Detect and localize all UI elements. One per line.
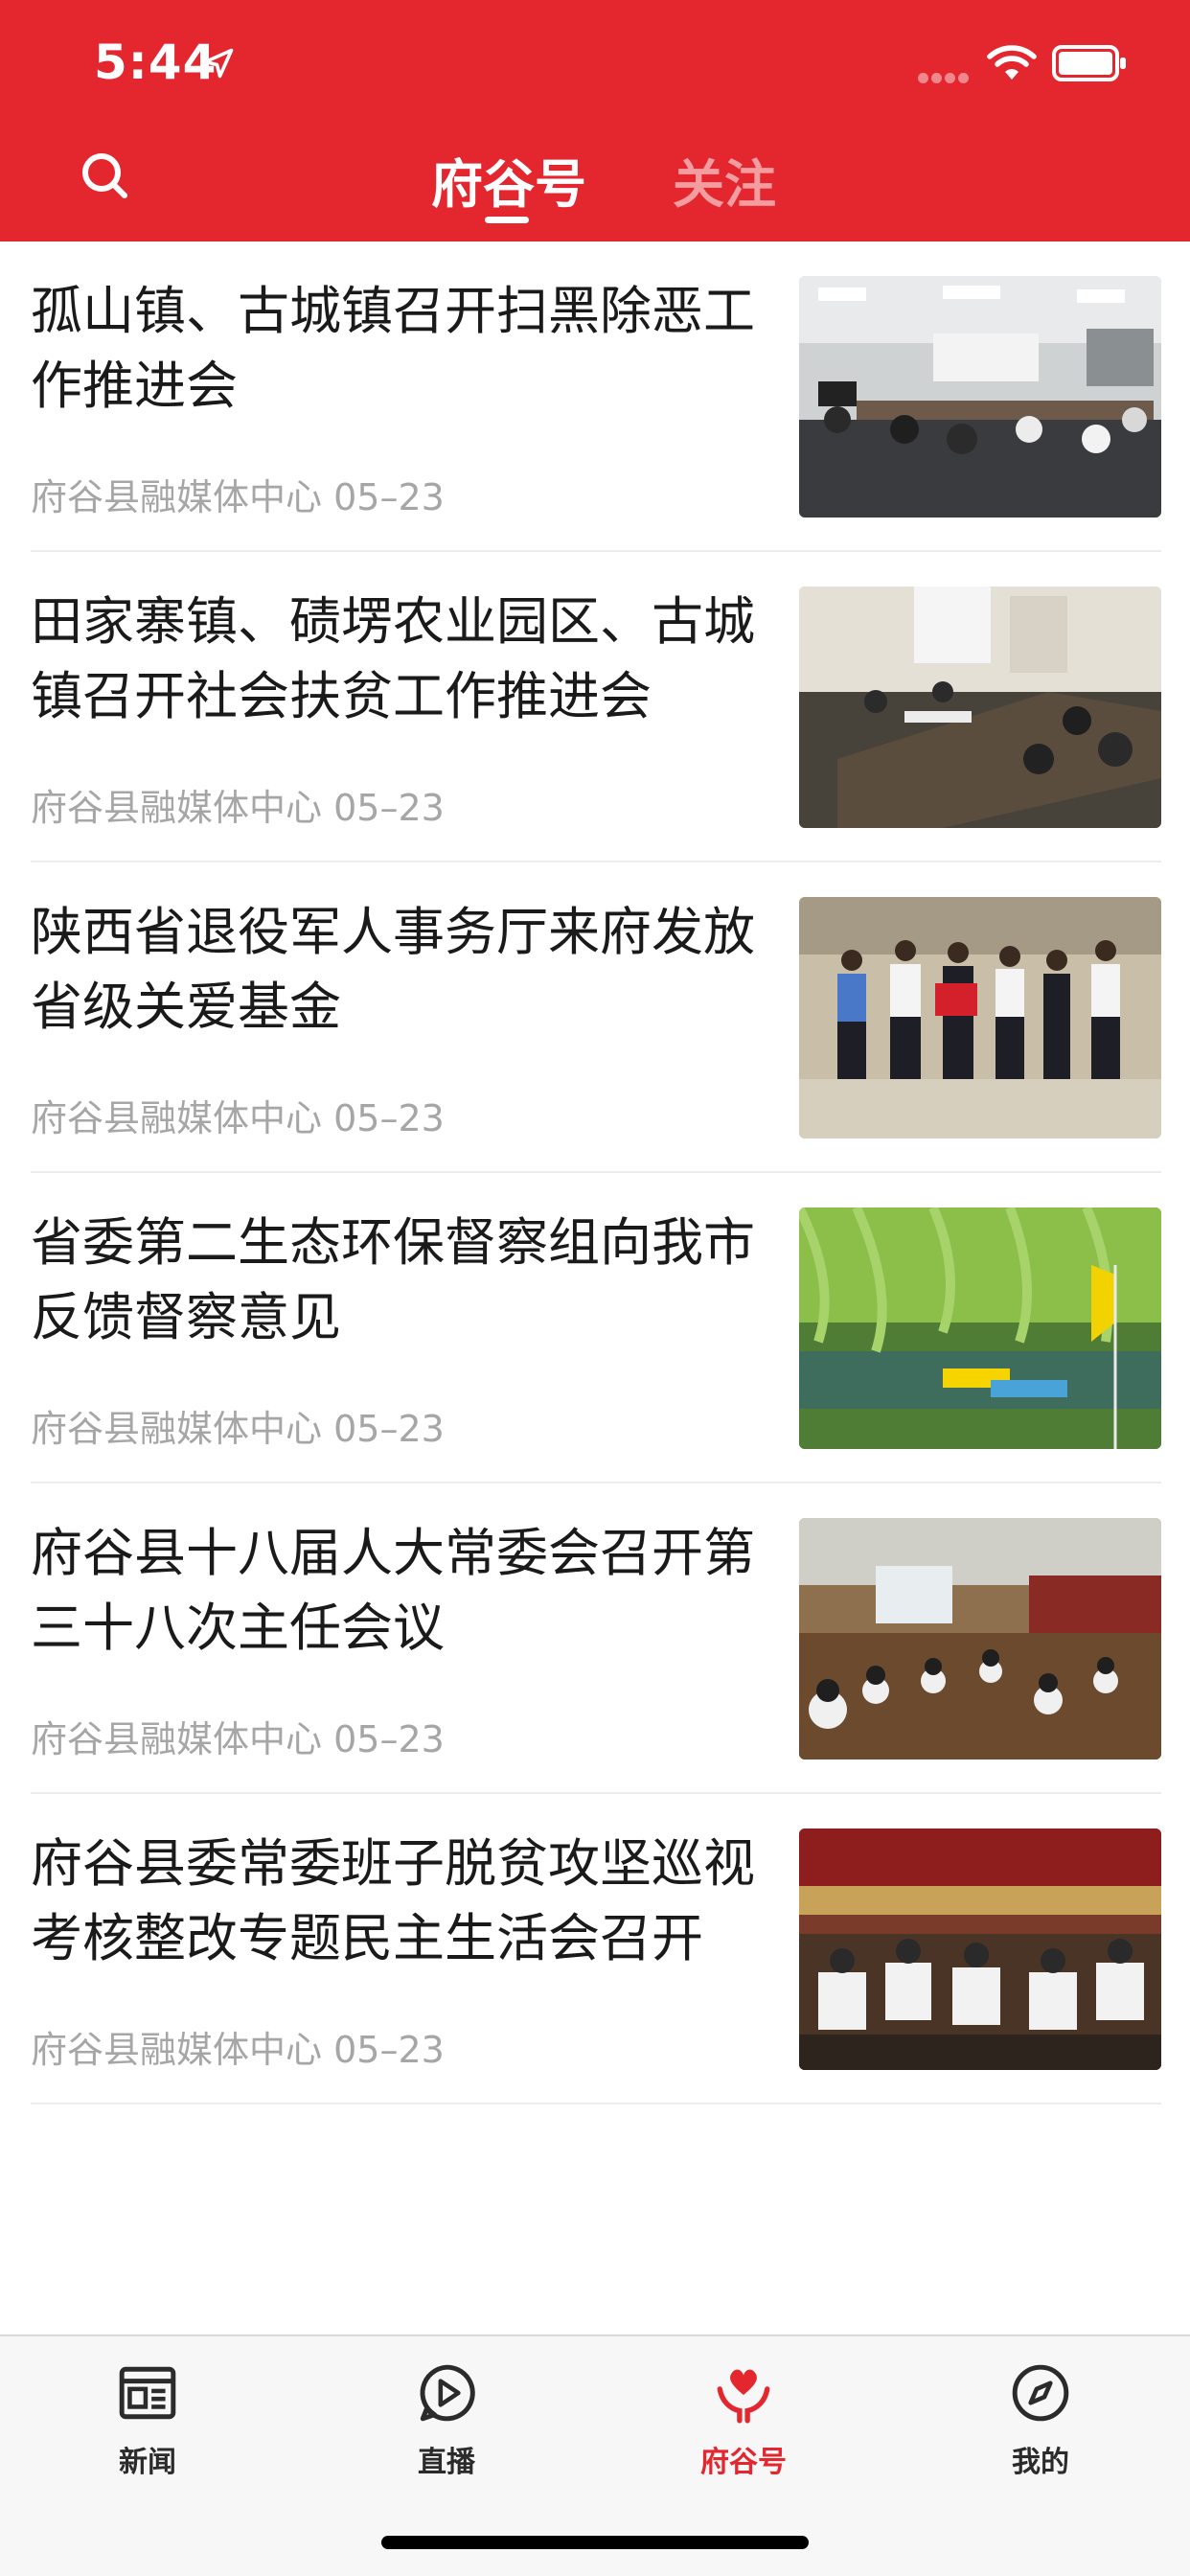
news-thumbnail [799,586,1161,828]
tabbar-item-mine[interactable]: 我的 [945,2361,1136,2515]
tab-fugu-hao[interactable]: 府谷号 [431,142,586,218]
active-tab-indicator [485,217,529,223]
battery-icon [1052,45,1126,81]
news-source: 府谷县融媒体中心 [31,2029,323,2071]
news-item[interactable]: 田家寨镇、碛塄农业园区、古城镇召开社会扶贫工作推进会 府谷县融媒体中心 05–2… [0,552,1190,862]
tabbar-item-fugu-hao[interactable]: 府谷号 [648,2361,839,2515]
location-arrow-icon [203,48,234,79]
news-thumbnail [799,897,1161,1138]
header-bar: 5:44 府谷号 关注 [0,0,1190,242]
divider [31,2103,1161,2104]
app-screen: 5:44 府谷号 关注 孤山镇、古城镇召开扫黑除恶工作推进会 府谷县融媒体中心 … [0,0,1190,2576]
tabbar-label: 府谷号 [700,2446,787,2479]
news-source: 府谷县融媒体中心 [31,1097,323,1139]
news-item[interactable]: 省委第二生态环保督察组向我市反馈督察意见 府谷县融媒体中心 05–23 [0,1173,1190,1484]
home-indicator[interactable] [381,2536,809,2549]
cellular-signal-icon [918,69,973,83]
play-bubble-icon [420,2364,475,2422]
tabbar-label: 新闻 [119,2446,176,2479]
news-date: 05–23 [333,1097,445,1139]
news-title: 府谷县十八届人大常委会召开第三十八次主任会议 [31,1523,755,1658]
news-meta: 府谷县融媒体中心 05–23 [31,2020,445,2073]
news-date: 05–23 [333,476,445,518]
tab-follow[interactable]: 关注 [673,142,776,218]
news-source: 府谷县融媒体中心 [31,1718,323,1760]
news-thumbnail [799,1828,1161,2070]
news-meta: 府谷县融媒体中心 05–23 [31,1089,445,1141]
news-title: 陕西省退役军人事务厅来府发放省级关爱基金 [31,902,755,1037]
news-thumbnail [799,276,1161,518]
news-thumbnail [799,1518,1161,1760]
news-source: 府谷县融媒体中心 [31,787,323,829]
news-meta: 府谷县融媒体中心 05–23 [31,1399,445,1452]
compass-icon [1012,2364,1069,2422]
news-thumbnail [799,1208,1161,1449]
news-meta: 府谷县融媒体中心 05–23 [31,1710,445,1762]
tabbar-item-live[interactable]: 直播 [351,2361,542,2515]
tabbar-label: 直播 [418,2446,475,2479]
tabbar-item-news[interactable]: 新闻 [52,2361,243,2515]
news-date: 05–23 [333,1718,445,1760]
news-title: 省委第二生态环保督察组向我市反馈督察意见 [31,1212,755,1347]
news-item[interactable]: 陕西省退役军人事务厅来府发放省级关爱基金 府谷县融媒体中心 05–23 [0,862,1190,1173]
search-icon[interactable] [79,150,132,203]
news-date: 05–23 [333,1408,445,1450]
status-time: 5:44 [94,34,217,90]
news-item[interactable]: 孤山镇、古城镇召开扫黑除恶工作推进会 府谷县融媒体中心 05–23 [0,242,1190,552]
newspaper-icon [119,2366,176,2420]
news-title: 府谷县委常委班子脱贫攻坚巡视考核整改专题民主生活会召开 [31,1833,755,1968]
heart-hands-icon [717,2369,770,2424]
news-meta: 府谷县融媒体中心 05–23 [31,778,445,831]
news-title: 孤山镇、古城镇召开扫黑除恶工作推进会 [31,281,755,416]
news-title: 田家寨镇、碛塄农业园区、古城镇召开社会扶贫工作推进会 [31,591,755,726]
news-date: 05–23 [333,2029,445,2071]
news-source: 府谷县融媒体中心 [31,1408,323,1450]
news-date: 05–23 [333,787,445,829]
news-meta: 府谷县融媒体中心 05–23 [31,468,445,520]
news-item[interactable]: 府谷县委常委班子脱贫攻坚巡视考核整改专题民主生活会召开 府谷县融媒体中心 05–… [0,1794,1190,2104]
tabbar-label: 我的 [1012,2446,1069,2479]
news-source: 府谷县融媒体中心 [31,476,323,518]
wifi-icon [987,45,1037,80]
news-item[interactable]: 府谷县十八届人大常委会召开第三十八次主任会议 府谷县融媒体中心 05–23 [0,1484,1190,1794]
